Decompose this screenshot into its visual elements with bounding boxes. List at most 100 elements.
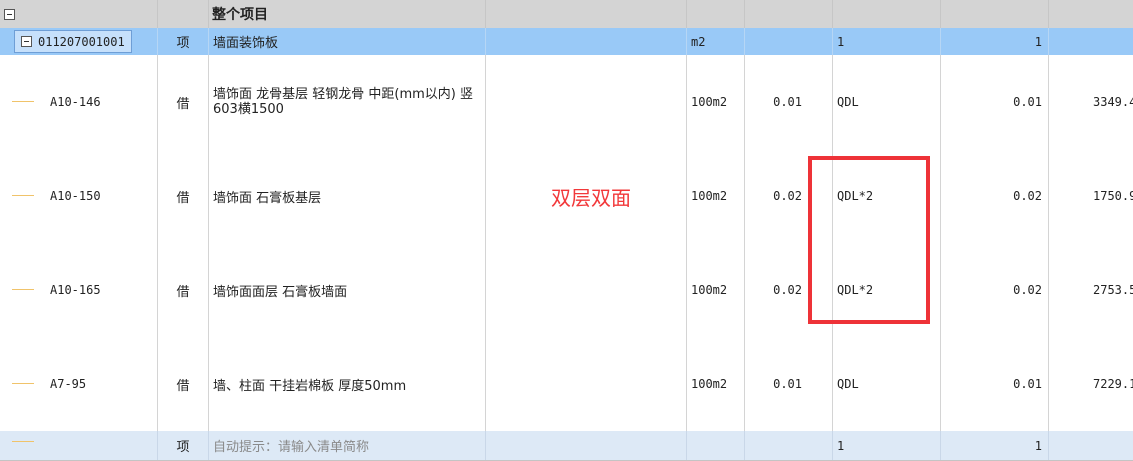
project-title: 整个项目 <box>212 7 268 23</box>
new-name-cell[interactable]: 自动提示：请输入清单简称 <box>209 431 486 460</box>
bill-content-cell[interactable] <box>745 28 833 55</box>
bill-spec-cell[interactable] <box>486 28 687 55</box>
bill-qty-cell[interactable]: 1 <box>941 28 1049 55</box>
quota-code-cell[interactable]: A10-150 <box>0 149 158 243</box>
new-expr-cell[interactable]: 1 <box>833 431 941 460</box>
bill-code: 011207001001 <box>38 34 125 49</box>
quota-unit: 100m2 <box>691 283 728 297</box>
header-tree-cell <box>0 0 158 28</box>
quota-unit-cell[interactable]: 100m2 <box>687 149 745 243</box>
quota-content: 0.02 <box>773 189 802 203</box>
quota-qty-cell[interactable]: 0.01 <box>941 55 1049 149</box>
quota-unit-cell[interactable]: 100m2 <box>687 243 745 337</box>
bill-code-cell[interactable]: 011207001001 <box>0 28 158 55</box>
quota-qty: 0.02 <box>1013 283 1042 297</box>
quota-price-cell[interactable]: 1750.9 <box>1049 149 1133 243</box>
quota-spec-cell[interactable] <box>486 55 687 149</box>
quota-content-cell[interactable]: 0.01 <box>745 337 833 431</box>
collapse-icon[interactable] <box>21 36 32 47</box>
quota-qty-cell[interactable]: 0.02 <box>941 243 1049 337</box>
quota-row[interactable]: A10-165 借 墙饰面面层 石膏板墙面 100m2 0.02 QDL*2 0… <box>0 243 1133 338</box>
new-entry-row[interactable]: 项 自动提示：请输入清单简称 1 1 <box>0 431 1133 461</box>
quota-qty-cell[interactable]: 0.02 <box>941 149 1049 243</box>
bill-price-cell[interactable] <box>1049 28 1133 55</box>
bill-unit: m2 <box>691 34 706 49</box>
bill-category-cell[interactable]: 项 <box>158 28 209 55</box>
header-name-cell: 整个项目 <box>209 0 486 28</box>
header-spec-cell <box>486 0 687 28</box>
quota-content: 0.01 <box>773 95 802 109</box>
quota-content-cell[interactable]: 0.01 <box>745 55 833 149</box>
quota-category-cell[interactable]: 借 <box>158 149 209 243</box>
header-unit-cell <box>687 0 745 28</box>
quota-name: 墙饰面面层 石膏板墙面 <box>213 284 348 300</box>
quota-code-cell[interactable]: A10-146 <box>0 55 158 149</box>
quota-qty: 0.01 <box>1013 95 1042 109</box>
quota-name-cell[interactable]: 墙、柱面 干挂岩棉板 厚度50mm <box>209 337 486 431</box>
new-content-cell[interactable] <box>745 431 833 460</box>
quota-price: 7229.1 <box>1093 377 1133 391</box>
new-qty-expr: 1 <box>837 438 845 453</box>
new-category-cell[interactable]: 项 <box>158 431 209 460</box>
quota-code-cell[interactable]: A7-95 <box>0 337 158 431</box>
quota-category: 借 <box>176 190 190 206</box>
quota-name-cell[interactable]: 墙饰面面层 石膏板墙面 <box>209 243 486 337</box>
quota-category: 借 <box>176 378 190 394</box>
quota-code-cell[interactable]: A10-165 <box>0 243 158 337</box>
bill-unit-cell[interactable]: m2 <box>687 28 745 55</box>
quota-unit-cell[interactable]: 100m2 <box>687 337 745 431</box>
bill-qty-expr: 1 <box>837 34 845 49</box>
quota-price-cell[interactable]: 3349.4 <box>1049 55 1133 149</box>
quota-qty-cell[interactable]: 0.01 <box>941 337 1049 431</box>
quota-category: 借 <box>176 284 190 300</box>
quota-row[interactable]: A7-95 借 墙、柱面 干挂岩棉板 厚度50mm 100m2 0.01 QDL… <box>0 337 1133 432</box>
quota-price: 2753.5 <box>1093 283 1133 297</box>
quota-spec-cell[interactable] <box>486 243 687 337</box>
quota-unit: 100m2 <box>691 377 728 391</box>
quota-category-cell[interactable]: 借 <box>158 55 209 149</box>
new-code-cell[interactable] <box>0 431 158 460</box>
new-qty: 1 <box>1034 438 1042 453</box>
quota-code: A10-150 <box>50 189 101 203</box>
quota-content: 0.01 <box>773 377 802 391</box>
quota-row[interactable]: A10-146 借 墙饰面 龙骨基层 轻钢龙骨 中距(mm以内) 竖603横15… <box>0 55 1133 150</box>
bill-expr-cell[interactable]: 1 <box>833 28 941 55</box>
header-expr-cell <box>833 0 941 28</box>
quota-expr-cell[interactable]: QDL <box>833 55 941 149</box>
quota-price-cell[interactable]: 7229.1 <box>1049 337 1133 431</box>
auto-hint-input[interactable]: 自动提示：请输入清单简称 <box>213 436 369 455</box>
bill-item-row[interactable]: 011207001001 项 墙面装饰板 m2 1 1 <box>0 28 1133 56</box>
new-qty-cell[interactable]: 1 <box>941 431 1049 460</box>
collapse-all-icon[interactable] <box>4 8 15 20</box>
quota-name: 墙饰面 石膏板基层 <box>213 190 322 206</box>
quota-price-cell[interactable]: 2753.5 <box>1049 243 1133 337</box>
new-unit-cell[interactable] <box>687 431 745 460</box>
quota-spec-cell[interactable] <box>486 337 687 431</box>
bill-code-box[interactable]: 011207001001 <box>14 30 132 53</box>
double-layer-annotation: 双层双面 <box>551 186 631 210</box>
quota-code: A10-146 <box>50 95 101 109</box>
quota-name-cell[interactable]: 墙饰面 石膏板基层 <box>209 149 486 243</box>
quota-unit-cell[interactable]: 100m2 <box>687 55 745 149</box>
quota-price: 1750.9 <box>1093 189 1133 203</box>
header-price-cell <box>1049 0 1133 28</box>
quota-unit: 100m2 <box>691 95 728 109</box>
quota-unit: 100m2 <box>691 189 728 203</box>
new-spec-cell[interactable] <box>486 431 687 460</box>
quota-name-cell[interactable]: 墙饰面 龙骨基层 轻钢龙骨 中距(mm以内) 竖603横1500 <box>209 55 486 149</box>
bill-name-cell[interactable]: 墙面装饰板 <box>209 28 486 55</box>
new-category: 项 <box>176 440 190 455</box>
quota-qty: 0.01 <box>1013 377 1042 391</box>
quota-expr-cell[interactable]: QDL <box>833 337 941 431</box>
quota-category-cell[interactable]: 借 <box>158 243 209 337</box>
header-category-cell <box>158 0 209 28</box>
quota-name: 墙、柱面 干挂岩棉板 厚度50mm <box>213 378 407 394</box>
header-qty-cell <box>941 0 1049 28</box>
quota-qty-expr: QDL <box>837 95 859 109</box>
quota-code: A10-165 <box>50 283 101 297</box>
quota-category-cell[interactable]: 借 <box>158 337 209 431</box>
new-price-cell[interactable] <box>1049 431 1133 460</box>
quota-price: 3349.4 <box>1093 95 1133 109</box>
bill-name: 墙面装饰板 <box>213 36 279 51</box>
quota-code: A7-95 <box>50 377 87 391</box>
